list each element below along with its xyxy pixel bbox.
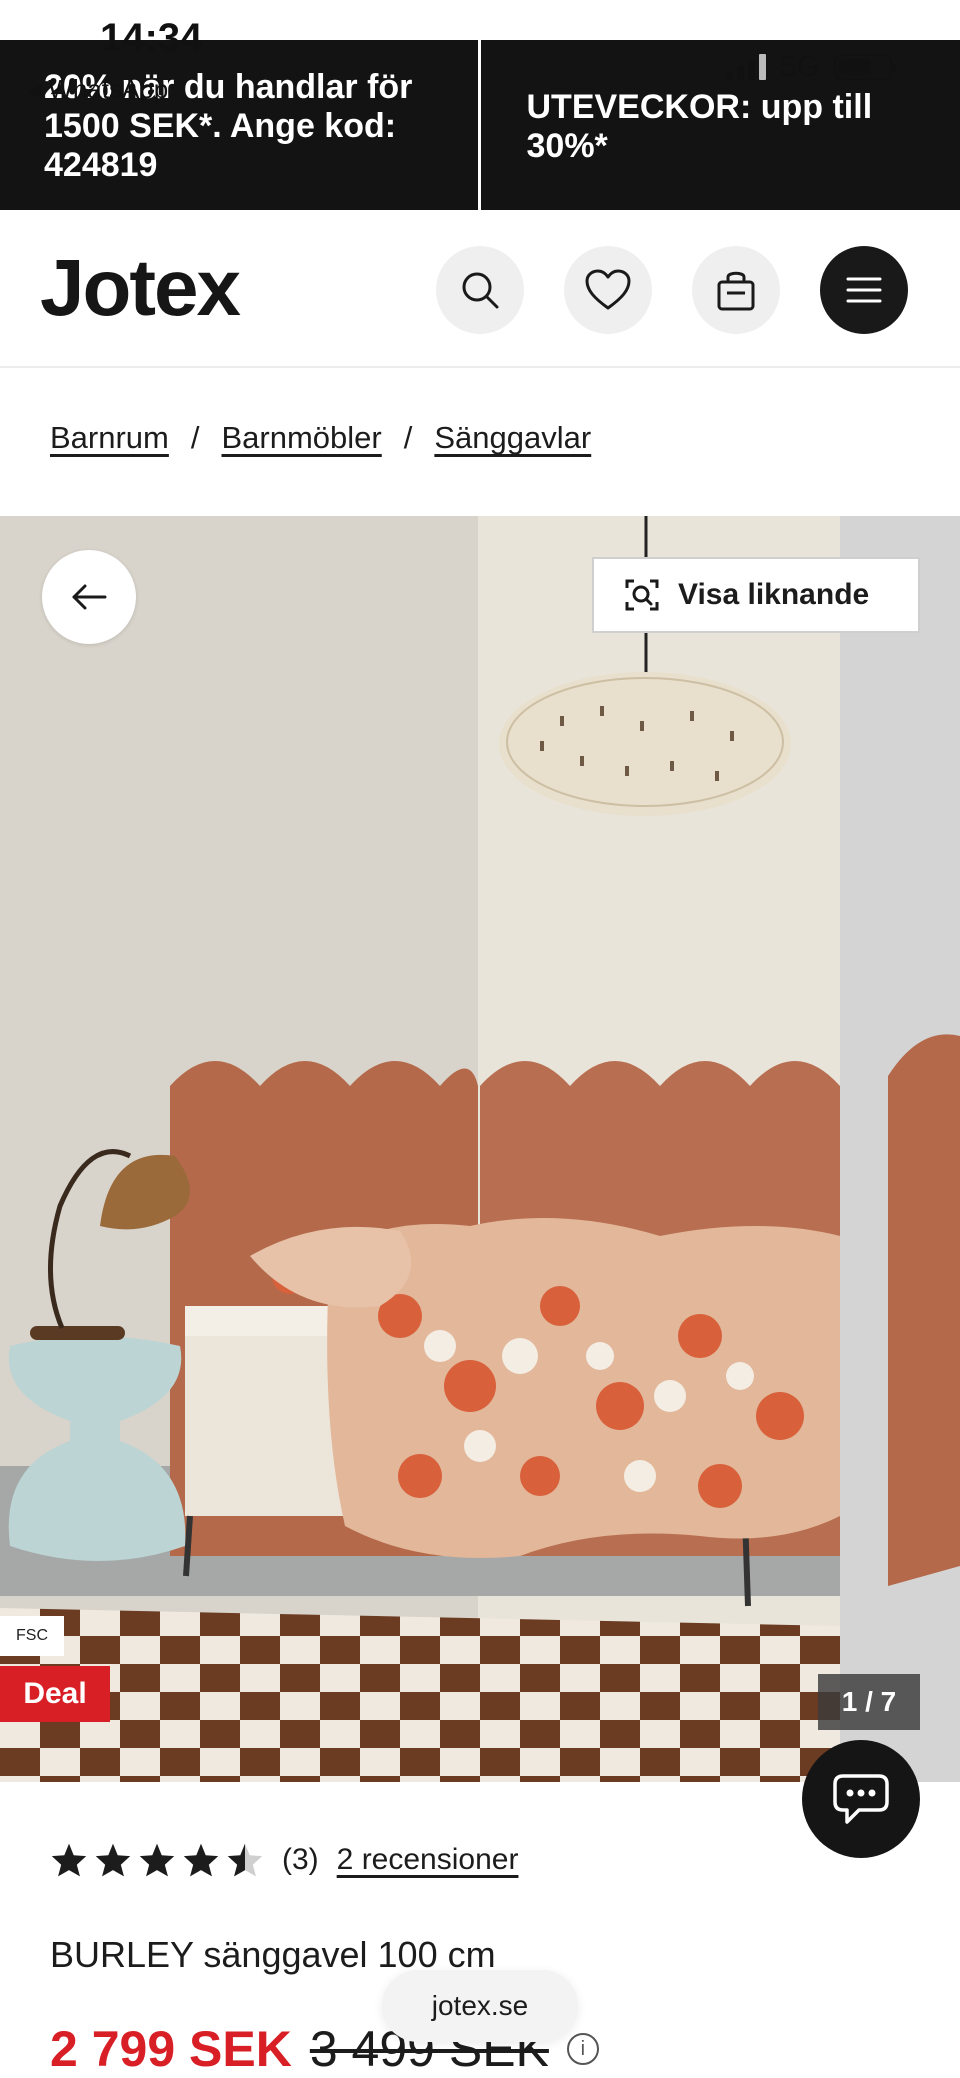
bag-icon [717,271,755,311]
menu-icon [846,277,882,303]
search-icon [462,272,499,309]
breadcrumb-separator: / [190,420,200,455]
star-full-icon [183,1843,219,1877]
battery-icon [834,54,896,80]
menu-button[interactable] [820,246,908,334]
site-header: Jotex [0,210,960,368]
breadcrumb-separator: / [403,420,413,455]
current-price: 2 799 SEK [50,2021,292,2077]
rating-count: (3) [282,1843,319,1876]
image-counter: 1 / 7 [818,1674,920,1730]
breadcrumb-barnmobler[interactable]: Barnmöbler [222,420,382,456]
show-similar-button[interactable]: Visa liknande [592,557,920,633]
show-similar-label: Visa liknande [678,578,870,611]
rating-stars [50,1842,264,1878]
breadcrumb-barnrum[interactable]: Barnrum [50,420,169,456]
deal-badge: Deal [0,1666,110,1722]
chat-button[interactable] [802,1740,920,1858]
signal-icon [725,54,766,80]
arrow-left-icon [72,584,107,610]
star-full-icon [139,1843,175,1877]
breadcrumb-sanggavlar[interactable]: Sänggavlar [434,420,591,456]
back-to-app-link[interactable]: ◂ WhatsApp [28,74,168,105]
jotex-logo[interactable]: Jotex [40,248,241,328]
star-full-icon [95,1843,131,1877]
product-photo [0,516,960,1782]
product-rating: (3) 2 recensioner [50,1842,518,1878]
star-half-icon [227,1843,263,1877]
visual-search-icon [625,579,659,611]
status-indicators: 5G [725,50,896,84]
star-full-icon [51,1843,87,1877]
wishlist-button[interactable] [564,246,652,334]
product-image-gallery[interactable]: Visa liknande FSC Deal 1 / 7 [0,516,960,1782]
status-time: 14:34 [100,16,203,60]
status-bar: 14:34 [0,0,960,58]
breadcrumb: Barnrum / Barnmöbler / Sänggavlar [50,420,591,456]
chat-icon [833,1774,889,1824]
browser-url-bar[interactable]: jotex.se [382,1970,578,2042]
promo-discount-code[interactable]: 20% när du handlar för 1500 SEK*. Ange k… [0,40,478,210]
heart-icon [585,269,631,310]
gallery-back-button[interactable] [42,550,136,644]
network-type: 5G [779,50,820,83]
cart-button[interactable] [692,246,780,334]
price-info-icon[interactable]: i [566,2033,599,2065]
reviews-link[interactable]: 2 recensioner [337,1843,519,1877]
fsc-badge: FSC [0,1616,64,1656]
search-button[interactable] [436,246,524,334]
